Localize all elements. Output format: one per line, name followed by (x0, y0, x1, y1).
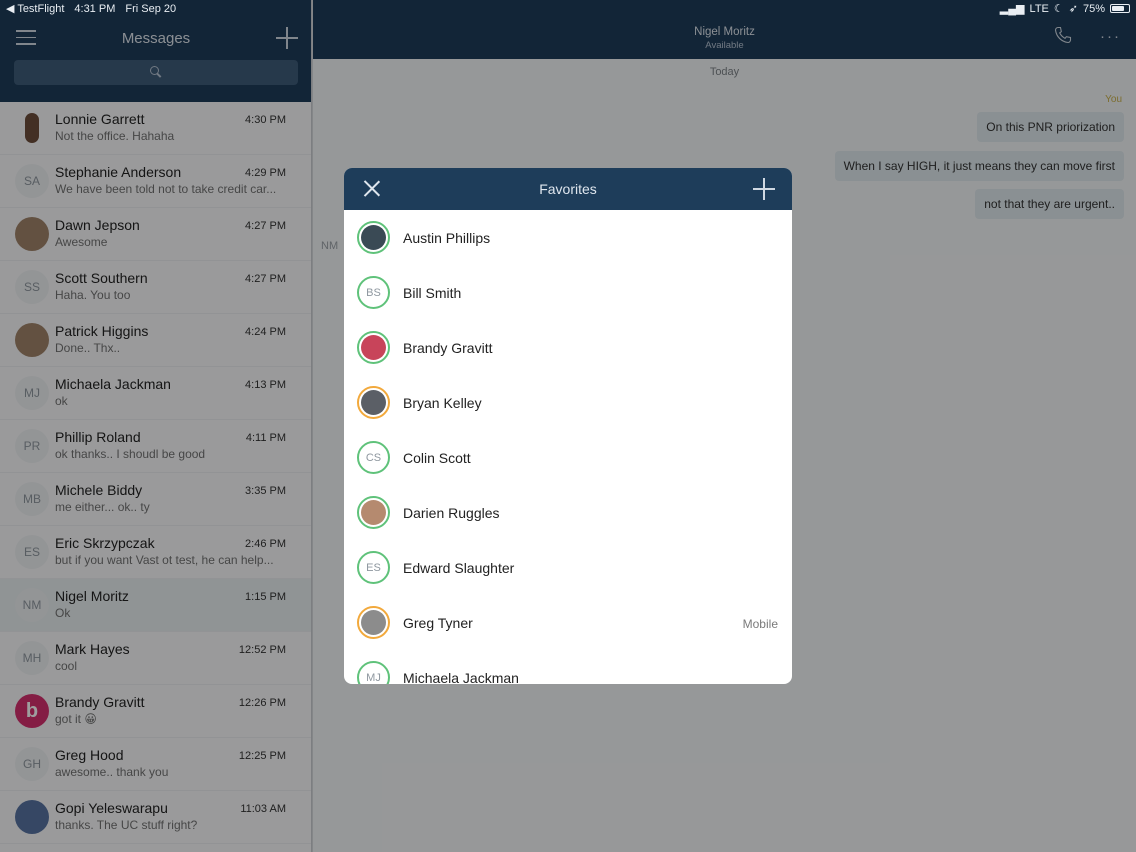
avatar-photo (361, 500, 386, 525)
favorite-name: Greg Tyner (403, 615, 473, 631)
favorites-modal: Favorites Austin Phillips BS Bill Smith Bra… (344, 168, 792, 684)
avatar (357, 331, 390, 364)
favorite-phone-type: Mobile (742, 617, 778, 631)
favorite-name: Colin Scott (403, 450, 471, 466)
avatar (357, 496, 390, 529)
avatar-photo (361, 390, 386, 415)
signal-icon: ▂▄▆ (999, 3, 1025, 15)
location-icon: ➶ (1068, 3, 1078, 15)
avatar-photo (361, 225, 386, 250)
favorite-item[interactable]: MJ Michaela Jackman (344, 650, 792, 684)
favorite-item[interactable]: Austin Phillips (344, 210, 792, 265)
favorites-list: Austin Phillips BS Bill Smith Brandy Gravit… (344, 210, 792, 684)
moon-icon: ☾ (1053, 3, 1064, 15)
avatar: MJ (357, 661, 390, 684)
avatar: ES (357, 551, 390, 584)
favorite-name: Austin Phillips (403, 230, 491, 246)
network-type: LTE (1029, 2, 1049, 15)
favorite-name: Michaela Jackman (403, 670, 519, 684)
avatar (357, 221, 390, 254)
favorite-item[interactable]: CS Colin Scott (344, 430, 792, 485)
favorite-item[interactable]: Darien Ruggles (344, 485, 792, 540)
back-to-app-link[interactable]: ◀ TestFlight (6, 2, 64, 15)
battery-percent: 75% (1082, 2, 1105, 15)
avatar-photo (361, 335, 386, 360)
favorite-item[interactable]: BS Bill Smith (344, 265, 792, 320)
favorite-name: Edward Slaughter (403, 560, 515, 576)
avatar: CS (357, 441, 390, 474)
modal-title: Favorites (539, 181, 597, 197)
modal-header: Favorites (344, 168, 792, 210)
favorite-item[interactable]: Greg Tyner Mobile (344, 595, 792, 650)
add-favorite-button[interactable] (753, 178, 775, 200)
favorite-name: Bryan Kelley (403, 395, 482, 411)
favorite-item[interactable]: Bryan Kelley (344, 375, 792, 430)
favorite-name: Darien Ruggles (403, 505, 500, 521)
favorite-name: Bill Smith (403, 285, 462, 301)
avatar: BS (357, 276, 390, 309)
favorite-item[interactable]: Brandy Gravitt (344, 320, 792, 375)
status-date: Fri Sep 20 (125, 2, 177, 15)
avatar (357, 606, 390, 639)
status-bar: ◀ TestFlight 4:31 PM Fri Sep 20 ▂▄▆ LTE … (0, 0, 1136, 17)
favorite-name: Brandy Gravitt (403, 340, 493, 356)
avatar (357, 386, 390, 419)
battery-icon (1110, 4, 1130, 13)
avatar-photo (361, 610, 386, 635)
status-time: 4:31 PM (74, 2, 116, 15)
favorite-item[interactable]: ES Edward Slaughter (344, 540, 792, 595)
